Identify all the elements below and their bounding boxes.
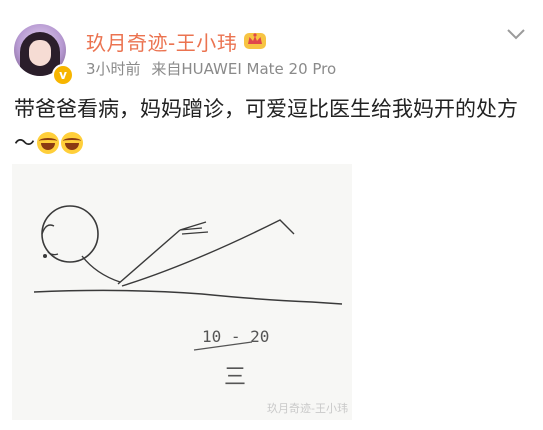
vip-crown-icon[interactable]: [243, 30, 267, 50]
prescription-drawing: 10 - 20 三: [33, 205, 343, 390]
weibo-post: v 玖月奇迹-王小玮 3小时前 来自HUAWEI Mate 20 Pro 带爸爸…: [0, 0, 543, 430]
post-meta: 3小时前 来自HUAWEI Mate 20 Pro: [86, 58, 336, 79]
post-text-content: 带爸爸看病，妈妈蹭诊，可爱逗比医生给我妈开的处方～: [14, 97, 518, 155]
post-source: 来自HUAWEI Mate 20 Pro: [151, 60, 337, 78]
username[interactable]: 玖月奇迹-王小玮: [86, 27, 237, 56]
laughing-tears-emoji-icon: [37, 132, 59, 154]
avatar-face: [29, 40, 51, 66]
post-text: 带爸爸看病，妈妈蹭诊，可爱逗比医生给我妈开的处方～: [14, 92, 529, 160]
laughing-tears-emoji-icon: [61, 132, 83, 154]
drawing-note-top: 10 - 20: [202, 327, 269, 346]
image-watermark: 玖月奇迹-王小玮: [267, 402, 348, 415]
post-time: 3小时前: [86, 60, 141, 78]
chevron-down-icon[interactable]: [506, 27, 526, 41]
post-image[interactable]: 10 - 20 三 玖月奇迹-王小玮: [12, 164, 352, 420]
verified-icon: v: [52, 64, 74, 86]
drawing-note-bottom: 三: [224, 365, 246, 390]
